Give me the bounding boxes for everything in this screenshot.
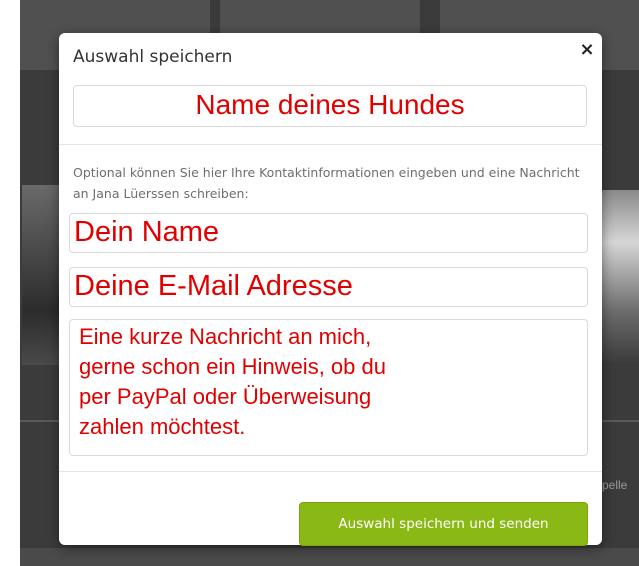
dialog-footer: Auswahl speichern und senden bbox=[59, 471, 602, 546]
dialog-header: Auswahl speichern × Name deines Hundes bbox=[59, 33, 602, 145]
background-partial-text: pelle bbox=[602, 478, 628, 492]
save-and-send-button[interactable]: Auswahl speichern und senden bbox=[299, 502, 588, 546]
background-dog-photo bbox=[22, 185, 62, 365]
save-selection-dialog: Auswahl speichern × Name deines Hundes O… bbox=[59, 33, 602, 546]
message-textarea[interactable]: Eine kurze Nachricht an mich, gerne scho… bbox=[69, 319, 588, 456]
dialog-title: Auswahl speichern bbox=[73, 47, 233, 67]
background-dog-photo bbox=[600, 190, 639, 365]
contact-helper-text: Optional können Sie hier Ihre Kontaktinf… bbox=[73, 165, 580, 201]
name-input[interactable]: Dein Name bbox=[69, 213, 588, 253]
close-icon[interactable]: × bbox=[578, 39, 596, 61]
background-photo-strip bbox=[20, 548, 639, 566]
dog-name-input[interactable]: Name deines Hundes bbox=[73, 85, 587, 127]
email-input[interactable]: Deine E-Mail Adresse bbox=[69, 267, 588, 307]
